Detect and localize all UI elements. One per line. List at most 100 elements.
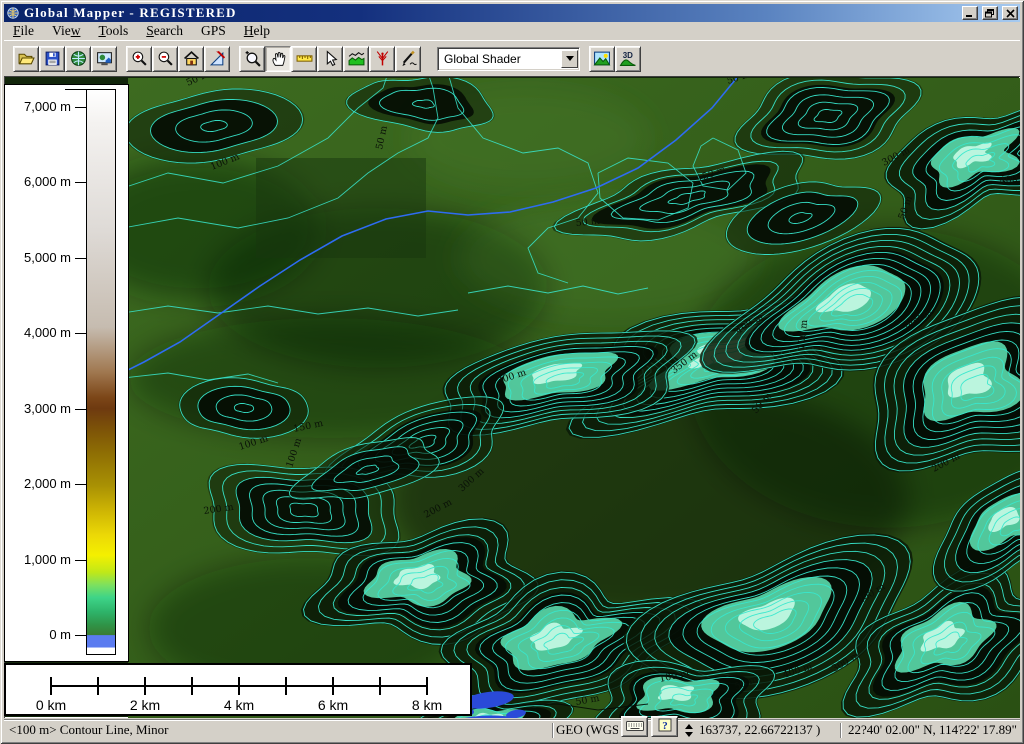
elevation-legend: 7,000 m6,000 m5,000 m4,000 m3,000 m2,000… <box>4 84 129 662</box>
minimize-icon <box>965 6 975 21</box>
scale-tick <box>426 677 428 695</box>
scale-tick <box>144 677 146 695</box>
help-icon: ? <box>658 718 672 735</box>
toolbar: Global Shader 3D <box>4 40 1020 76</box>
picture-icon <box>593 50 611 67</box>
map-canvas[interactable]: 50 m50 m100 m50 m50 m150 m300 m400 m50 m… <box>128 78 1020 718</box>
legend-tick <box>75 409 86 410</box>
status-separator <box>552 723 553 738</box>
zoom-tool-button[interactable] <box>239 46 265 72</box>
legend-tick <box>75 107 86 108</box>
coordinate-entry-button[interactable] <box>621 716 648 737</box>
legend-label: 1,000 m <box>5 552 71 567</box>
menu-item-gps[interactable]: GPS <box>192 22 235 40</box>
toolbar-group <box>126 46 230 72</box>
menu-item-tools[interactable]: Tools <box>89 22 137 40</box>
map-client-area: 50 m50 m100 m50 m50 m150 m300 m400 m50 m… <box>4 76 1020 718</box>
legend-label: 3,000 m <box>5 401 71 416</box>
legend-label: 0 m <box>5 627 71 642</box>
open-folder-icon <box>18 50 35 67</box>
path-profile-tool-button[interactable] <box>343 46 369 72</box>
floppy-disk-icon <box>44 50 61 67</box>
shader-dropdown[interactable]: Global Shader <box>437 47 580 71</box>
legend-label: 2,000 m <box>5 476 71 491</box>
scale-label: 4 km <box>209 697 269 713</box>
magnifier-icon <box>244 50 261 67</box>
status-separator <box>840 723 841 738</box>
scale-label: 8 km <box>397 697 457 713</box>
view-shed-tool-button[interactable] <box>369 46 395 72</box>
home-icon <box>183 50 200 67</box>
legend-tick <box>75 258 86 259</box>
minimize-button[interactable] <box>962 6 978 20</box>
svg-text:3D: 3D <box>623 51 633 60</box>
elevation-color-bar <box>86 89 116 655</box>
pan-tool-button[interactable] <box>265 46 291 72</box>
save-workspace-button[interactable] <box>39 46 65 72</box>
feature-info-tool-button[interactable] <box>317 46 343 72</box>
spinner-up-icon[interactable] <box>685 724 693 729</box>
app-icon <box>6 6 20 20</box>
shader-dropdown-value: Global Shader <box>444 52 521 66</box>
scale-label: 0 km <box>21 697 81 713</box>
scale-tick <box>97 677 99 695</box>
capture-screen-button[interactable] <box>91 46 117 72</box>
antenna-icon <box>374 50 391 67</box>
hand-icon <box>270 50 287 67</box>
scale-tick <box>332 677 334 695</box>
open-file-button[interactable] <box>13 46 39 72</box>
scale-tick <box>238 677 240 695</box>
restore-button[interactable] <box>982 6 998 20</box>
set-square-pencil-icon <box>209 50 226 67</box>
toolbar-group <box>13 46 117 72</box>
shader-dropdown-arrow-button[interactable] <box>561 50 578 68</box>
terrain-profile-icon <box>348 50 365 67</box>
scale-tick <box>191 677 193 695</box>
scale-tick <box>379 677 381 695</box>
cursor-arrow-icon <box>322 50 339 67</box>
monitor-icon <box>96 50 113 67</box>
status-latlon-text: 22?40' 02.00" N, 114?22' 17.89" E <box>844 722 1020 738</box>
legend-label: 4,000 m <box>5 325 71 340</box>
titlebar[interactable]: Global Mapper - REGISTERED <box>4 4 1020 22</box>
restore-icon <box>985 6 995 21</box>
statusbar: <100 m> Contour Line, Minor GEO (WGS8 ? … <box>4 719 1020 741</box>
scale-bar: 0 km2 km4 km6 km8 km <box>4 663 472 716</box>
menu-item-help[interactable]: Help <box>235 22 279 40</box>
legend-label: 5,000 m <box>5 250 71 265</box>
status-position-text: 163737, 22.66722137 ) <box>695 722 837 738</box>
menu-item-search[interactable]: Search <box>137 22 192 40</box>
digitizer-tool-button[interactable] <box>395 46 421 72</box>
zoom-in-button[interactable] <box>126 46 152 72</box>
full-view-button[interactable] <box>178 46 204 72</box>
legend-tick <box>75 484 86 485</box>
zoom-out-button[interactable] <box>152 46 178 72</box>
view-3d-button[interactable]: 3D <box>615 46 641 72</box>
show-images-button[interactable] <box>589 46 615 72</box>
window-title: Global Mapper - REGISTERED <box>24 5 958 21</box>
magnifier-plus-red-icon <box>131 50 148 67</box>
legend-label: 7,000 m <box>5 99 71 114</box>
zoom-to-scale-button[interactable] <box>204 46 230 72</box>
legend-tick <box>75 333 86 334</box>
menu-item-view[interactable]: View <box>43 22 89 40</box>
status-feature-text: <100 m> Contour Line, Minor <box>4 722 549 738</box>
scale-tick <box>50 677 52 695</box>
status-help-button[interactable]: ? <box>651 716 678 737</box>
magnifier-minus-red-icon <box>157 50 174 67</box>
spinner-down-icon[interactable] <box>685 732 693 737</box>
coordinate-format-spinner[interactable] <box>683 721 695 739</box>
measure-tool-button[interactable] <box>291 46 317 72</box>
scale-label: 2 km <box>115 697 175 713</box>
status-projection-text: GEO (WGS8 <box>556 722 618 738</box>
global-mapper-window: Global Mapper - REGISTERED FileViewTools… <box>0 0 1024 744</box>
menu-item-file[interactable]: File <box>4 22 43 40</box>
download-online-data-button[interactable] <box>65 46 91 72</box>
legend-tick <box>75 182 86 183</box>
contour-label: 50 m <box>575 216 600 229</box>
scale-tick <box>285 677 287 695</box>
svg-text:?: ? <box>662 720 668 732</box>
legend-tick <box>75 560 86 561</box>
close-button[interactable] <box>1002 6 1018 20</box>
legend-top-tick <box>65 89 87 90</box>
